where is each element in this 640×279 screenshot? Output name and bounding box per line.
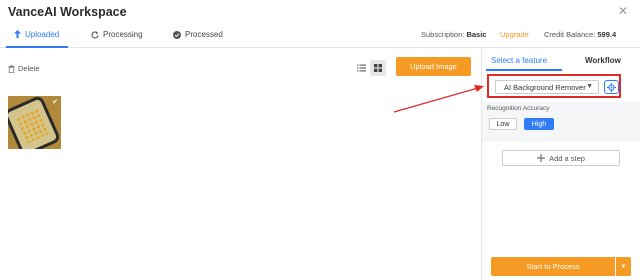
tab-label: Uploaded	[25, 30, 60, 39]
feature-select[interactable]: AI Background Remover ▼	[495, 80, 599, 94]
tab-workflow[interactable]: Workflow	[585, 56, 621, 65]
image-thumbnail[interactable]: ✔	[8, 96, 61, 149]
grid-icon	[374, 64, 382, 72]
feature-settings-button[interactable]	[604, 80, 619, 94]
delete-label: Delete	[18, 64, 40, 73]
active-tab-indicator	[6, 46, 68, 48]
subscription-value: Basic	[466, 30, 487, 39]
upload-image-button[interactable]: Upload Image	[396, 57, 471, 76]
list-icon	[356, 64, 366, 72]
subscription-label: Subscription:	[421, 30, 465, 39]
tab-label: Processing	[103, 30, 143, 39]
tab-uploaded[interactable]: Uploaded	[14, 30, 59, 39]
main-tabs: Uploaded Processing Processed Subscripti…	[0, 24, 640, 48]
plus-icon	[537, 154, 546, 162]
feature-select-value: AI Background Remover	[504, 82, 586, 92]
accuracy-high-option[interactable]: High	[524, 118, 554, 130]
grid-view-button[interactable]	[370, 60, 386, 76]
start-process-button[interactable]: Start to Process	[491, 257, 615, 276]
feature-panel: Select a feature Workflow AI Background …	[481, 49, 640, 279]
close-icon[interactable]: ✕	[618, 5, 628, 17]
credit-value: 599.4	[597, 30, 617, 39]
upgrade-link[interactable]: Upgrade	[500, 30, 529, 39]
tab-processing[interactable]: Processing	[91, 30, 143, 39]
delete-button[interactable]: Delete	[8, 64, 40, 73]
chevron-down-icon: ▼	[586, 83, 593, 90]
feature-options: Recognition Accuracy Low High Add a step	[482, 102, 640, 279]
credit-balance: Credit Balance: 599.4	[544, 30, 616, 39]
tab-select-feature[interactable]: Select a feature	[491, 56, 547, 65]
upload-icon	[14, 30, 21, 38]
feature-tab-indicator	[486, 69, 562, 71]
credit-label: Credit Balance:	[544, 30, 596, 39]
list-view-button[interactable]	[354, 61, 368, 75]
gear-icon	[607, 82, 616, 92]
trash-icon	[8, 64, 15, 73]
app-title: VanceAI Workspace	[8, 5, 127, 19]
add-step-label: Add a step	[549, 153, 585, 163]
tab-processed[interactable]: Processed	[173, 30, 223, 39]
tab-label: Processed	[185, 30, 223, 39]
selected-check-icon: ✔	[52, 99, 58, 106]
refresh-icon	[91, 30, 99, 38]
highlighted-feature-box: AI Background Remover ▼	[487, 74, 621, 98]
accuracy-low-option[interactable]: Low	[489, 118, 517, 130]
recognition-accuracy-label: Recognition Accuracy	[487, 105, 550, 112]
start-options-dropdown[interactable]: ▼	[616, 257, 631, 276]
check-circle-icon	[173, 30, 181, 39]
add-step-button[interactable]: Add a step	[502, 150, 620, 166]
phone-image	[8, 98, 58, 149]
subscription-info: Subscription: Basic	[421, 30, 486, 39]
